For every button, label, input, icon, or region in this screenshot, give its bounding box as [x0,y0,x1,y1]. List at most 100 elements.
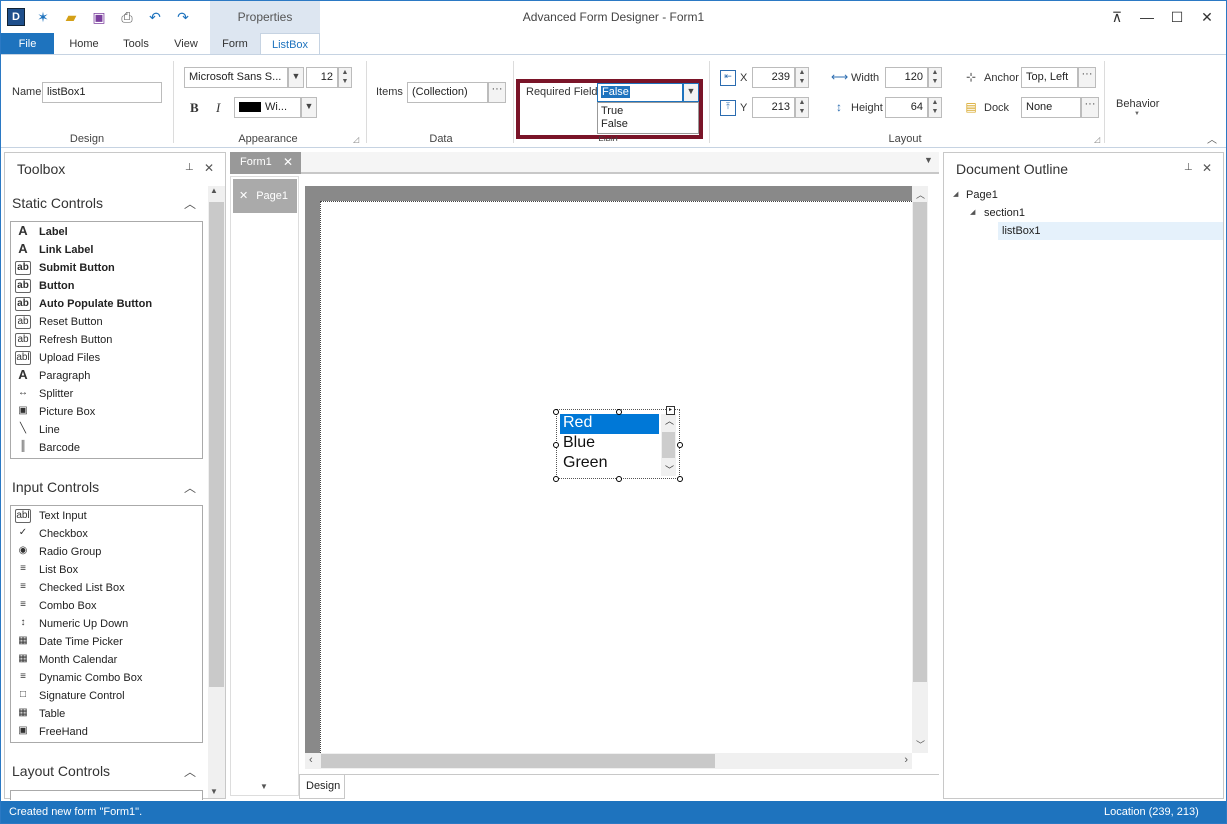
option-false[interactable]: False [598,118,698,133]
toolbox-item[interactable]: ↕ Numeric Up Down [11,615,202,633]
collapse-ribbon-icon[interactable]: ︿ [1207,131,1217,146]
toolbox-scrollbar[interactable]: ▲ ▼ [208,186,225,798]
listbox-scroll-down-icon[interactable]: ﹀ [665,463,674,476]
collapse-input-icon[interactable]: ︿ [184,479,196,496]
toolbox-item[interactable]: ▦ Month Calendar [11,651,202,669]
appearance-launcher-icon[interactable]: ◿ [353,135,359,144]
y-field[interactable]: 213 [752,97,795,118]
toolbox-item[interactable]: ≡ Checked List Box [11,579,202,597]
toolbox-item[interactable]: abl Upload Files [11,349,202,367]
canvas-hscroll[interactable]: ‹ › [305,753,912,769]
scroll-down-icon[interactable]: ▼ [210,787,218,796]
listbox-item-blue[interactable]: Blue [560,434,676,454]
bold-icon[interactable]: B [190,100,199,116]
name-field[interactable]: listBox1 [42,82,162,103]
anchor-field[interactable]: Top, Left [1021,67,1078,88]
toolbox-item[interactable]: ╲ Line [11,421,202,439]
toolbox-item[interactable]: abl Text Input [11,507,202,525]
dock-ellipsis-button[interactable]: ··· [1081,97,1099,118]
toolbox-item[interactable]: □ Signature Control [11,687,202,705]
toolbox-item[interactable]: ║ Barcode [11,439,202,457]
resize-handle[interactable] [677,442,683,448]
toolbox-item[interactable]: ▦ Table [11,705,202,723]
tab-tools[interactable]: Tools [115,33,157,55]
maximize-button[interactable]: ☐ [1167,7,1187,27]
items-field[interactable]: (Collection) [407,82,488,103]
tab-form1[interactable]: Form1 ✕ [230,152,301,174]
required-field-select[interactable]: False [597,83,683,102]
toolbox-item[interactable]: ≡ List Box [11,561,202,579]
scroll-up-icon[interactable]: ▲ [210,186,218,195]
height-field[interactable]: 64 [885,97,928,118]
tab-view[interactable]: View [165,33,207,55]
outline-node-listbox1[interactable]: listBox1 [998,222,1223,240]
option-true[interactable]: True [598,103,698,118]
page-close-icon[interactable]: ✕ [239,190,248,202]
scroll-thumb[interactable] [209,202,224,687]
tab-design[interactable]: Design [299,775,345,799]
y-spinner[interactable]: ▲ ▼ [795,97,809,118]
behavior-button[interactable]: Behavior [1116,98,1159,110]
toolbox-close-icon[interactable]: ✕ [204,161,214,175]
toolbox-item[interactable]: ▦ Date Time Picker [11,633,202,651]
tab-home[interactable]: Home [63,33,105,55]
anchor-ellipsis-button[interactable]: ··· [1078,67,1096,88]
toolbox-item[interactable]: A Link Label [11,241,202,259]
italic-icon[interactable]: I [216,100,220,116]
listbox-control[interactable]: Red Blue Green ︿ ﹀ [560,414,676,476]
font-size-field[interactable]: 12 [306,67,338,88]
color-field[interactable]: Wi... [234,97,301,118]
tab-close-icon[interactable]: ✕ [283,155,293,169]
toolbox-item[interactable]: ab Reset Button [11,313,202,331]
tab-list-dropdown-icon[interactable]: ▼ [924,155,933,165]
required-field-dropdown[interactable]: ▼ [683,83,699,102]
canvas-vscroll[interactable]: ︿ ﹀ [912,186,928,753]
outline-node-section1[interactable]: section1 [984,207,1025,219]
layout-controls-header[interactable]: Layout Controls [12,763,110,779]
x-field[interactable]: 239 [752,67,795,88]
smart-tag-icon[interactable]: ▸ [666,406,675,415]
toolbox-item[interactable]: ab Button [11,277,202,295]
x-spinner[interactable]: ▲ ▼ [795,67,809,88]
collapse-static-icon[interactable]: ︿ [184,195,196,212]
outline-node-page1[interactable]: Page1 [966,189,998,201]
canvas-hscroll-thumb[interactable] [321,754,715,768]
toolbox-item[interactable]: ≡ Combo Box [11,597,202,615]
resize-handle[interactable] [553,476,559,482]
listbox-item-red[interactable]: Red [560,414,659,434]
resize-handle[interactable] [677,476,683,482]
height-spinner[interactable]: ▲ ▼ [928,97,942,118]
static-controls-header[interactable]: Static Controls [12,195,103,211]
layout-launcher-icon[interactable]: ◿ [1094,135,1100,144]
canvas-scroll-right-icon[interactable]: › [904,754,908,766]
page-scroll-down-icon[interactable]: ▼ [260,782,268,791]
font-name-field[interactable]: Microsoft Sans S... [184,67,288,88]
toolbox-item[interactable]: ↔ Splitter [11,385,202,403]
toolbox-item[interactable]: ≡ Dynamic Combo Box [11,669,202,687]
listbox-scroll-up-icon[interactable]: ︿ [665,414,674,427]
tab-file[interactable]: File [1,33,54,55]
expand-section1-icon[interactable]: ◢ [970,208,975,216]
expand-page1-icon[interactable]: ◢ [953,190,958,198]
width-field[interactable]: 120 [885,67,928,88]
pin-icon[interactable]: ⊥ [185,162,194,173]
toolbox-item[interactable]: ▣ Picture Box [11,403,202,421]
outline-pin-icon[interactable]: ⊥ [1184,162,1193,173]
resize-handle[interactable] [553,409,559,415]
font-name-dropdown[interactable]: ▼ [288,67,304,88]
resize-handle[interactable] [616,476,622,482]
ribbon-display-options-icon[interactable]: ⊼ [1107,7,1127,27]
toolbox-item[interactable]: ab Auto Populate Button [11,295,202,313]
toolbox-item[interactable]: ▣ FreeHand [11,723,202,741]
toolbox-item[interactable]: ab Submit Button [11,259,202,277]
resize-handle[interactable] [616,409,622,415]
toolbox-item[interactable]: A Paragraph [11,367,202,385]
tab-listbox[interactable]: ListBox [260,33,320,55]
page-tab-page1[interactable]: ✕ Page1 [233,179,297,213]
listbox-scroll-thumb[interactable] [662,432,675,458]
toolbox-item[interactable]: A Label [11,223,202,241]
resize-handle[interactable] [553,442,559,448]
close-button[interactable]: ✕ [1197,7,1217,27]
toolbox-item[interactable]: ◉ Radio Group [11,543,202,561]
canvas-scroll-left-icon[interactable]: ‹ [309,754,313,766]
